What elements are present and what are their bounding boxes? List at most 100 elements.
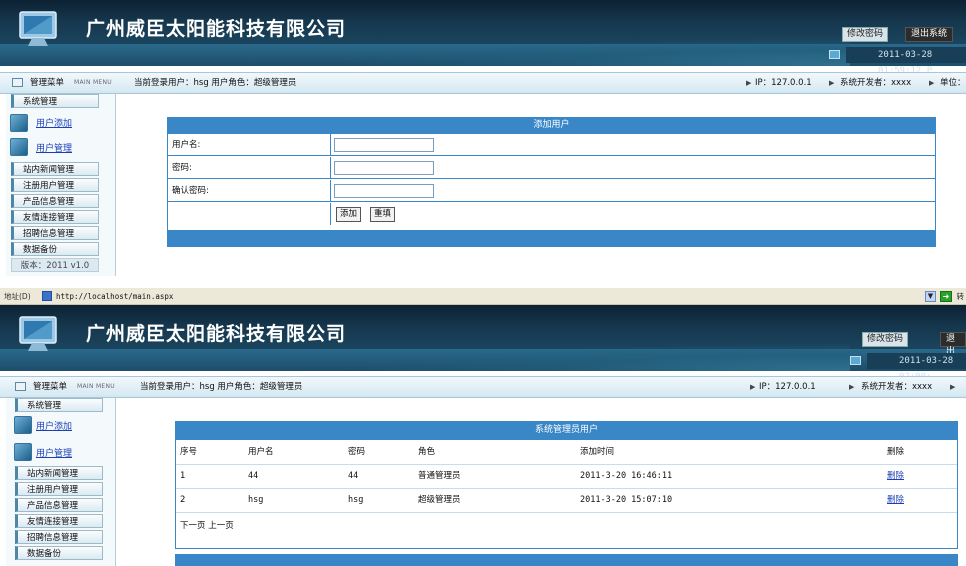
company-title: 广州威臣太阳能科技有限公司 [86,18,347,40]
form-row-buttons: 添加 重填 [168,203,935,225]
developer-info: 系统开发者：xxxx [861,382,933,392]
screenshot-user-list: 地址(D) http://localhost/main.aspx ▼ ➜ 转 广… [0,288,966,566]
username-label: 用户名: [172,140,201,150]
form-footer-bar [167,231,936,247]
clock-icon [829,50,840,59]
pager[interactable]: 下一页 上一页 [180,514,234,538]
menu-subtitle: MAIN MENU [77,383,115,390]
info-bar: 管理菜单 MAIN MENU 当前登录用户：hsg 用户角色：超级管理员 ▶ I… [0,376,966,398]
delete-link[interactable]: 删除 [887,464,904,488]
add-user-title: 添加用户 [167,117,936,133]
developer-info: 系统开发者：xxxx [840,78,912,88]
sidebar-link-user-add[interactable]: 用户添加 [36,419,72,432]
menu-icon [12,78,23,87]
col-header-password: 密码 [348,447,366,457]
header-banner: 广州威臣太阳能科技有限公司 修改密码 退出系统 2011-03-28 01:59… [0,0,966,76]
screenshot-add-user: 广州威臣太阳能科技有限公司 修改密码 退出系统 2011-03-28 01:59… [0,0,966,276]
add-button[interactable]: 添加 [336,207,362,222]
sidebar-item-links[interactable]: 友情连接管理 [15,514,103,528]
logout-button[interactable]: 退出 [940,332,966,357]
table-cell-username: 44 [248,471,259,481]
change-password-button[interactable]: 修改密码 [862,332,909,347]
arrow-icon: ▶ [929,79,935,87]
unit-info: 单位： [940,78,966,88]
table-cell-index: 1 [180,471,186,481]
users-table: 序号 用户名 密码 角色 添加时间 删除 1 44 44 普通管理员 2011-… [175,439,958,549]
sidebar-item-products[interactable]: 产品信息管理 [15,498,103,512]
ip-info: IP：127.0.0.1 [759,382,816,392]
user-manage-icon [10,138,28,156]
table-cell-username: hsg [248,495,264,505]
password-label: 密码: [172,163,192,173]
datetime-display: 2011-03-28 02:00: [867,353,966,382]
current-user-info: 当前登录用户：hsg 用户角色：超级管理员 [134,78,297,88]
datetime-display: 2011-03-28 01:59:12 P [846,47,966,76]
sidebar-item-backup[interactable]: 数据备份 [15,546,103,560]
form-row-confirm: 确认密码: [168,180,935,202]
col-header-role: 角色 [418,447,436,457]
menu-subtitle: MAIN MENU [74,79,112,86]
sidebar-item-products[interactable]: 产品信息管理 [11,194,99,208]
go-label[interactable]: 转 [957,288,965,305]
table-cell-added-time: 2011-3-20 15:07:10 [580,495,673,505]
menu-title: 管理菜单 [30,78,65,88]
form-row-username: 用户名: [168,134,935,156]
sidebar-item-registered-users[interactable]: 注册用户管理 [15,482,103,496]
sidebar-item-system-manage[interactable]: 系统管理 [15,398,103,412]
sidebar: 系统管理 用户添加 用户管理 站内新闻管理 注册用户管理 产品信息管理 友情连接… [6,398,116,566]
sidebar-link-user-add[interactable]: 用户添加 [36,116,72,129]
form-row-password: 密码: [168,157,935,179]
address-url[interactable]: http://localhost/main.aspx [56,288,173,305]
info-bar: 管理菜单 MAIN MENU 当前登录用户：hsg 用户角色：超级管理员 ▶ I… [0,72,966,94]
sidebar-item-jobs[interactable]: 招聘信息管理 [11,226,99,240]
col-header-username: 用户名 [248,447,274,457]
arrow-icon: ▶ [746,79,752,87]
user-add-icon [14,416,32,434]
confirm-password-input[interactable] [334,184,434,198]
table-cell-password: 44 [348,471,359,481]
sidebar-item-news[interactable]: 站内新闻管理 [11,162,99,176]
sidebar-link-user-manage[interactable]: 用户管理 [36,446,72,459]
sidebar-link-user-manage[interactable]: 用户管理 [36,141,72,154]
version-label: 版本：2011 v1.0 [11,258,99,272]
browser-address-bar: 地址(D) http://localhost/main.aspx ▼ ➜ 转 [0,288,966,305]
page-icon [42,291,52,301]
col-header-delete: 删除 [887,447,905,457]
table-cell-role: 超级管理员 [418,495,461,505]
delete-link[interactable]: 删除 [887,488,904,512]
sidebar-item-registered-users[interactable]: 注册用户管理 [11,178,99,192]
computer-monitor-icon [19,11,57,46]
clock-icon [850,356,861,365]
go-arrow-icon[interactable]: ➜ [940,291,952,302]
table-footer-bar [175,554,958,566]
header-banner: 广州威臣太阳能科技有限公司 修改密码 退出 2011-03-28 02:00: [0,305,966,382]
computer-monitor-icon [19,316,57,351]
user-add-icon [10,114,28,132]
logout-button[interactable]: 退出系统 [905,27,954,42]
current-user-info: 当前登录用户：hsg 用户角色：超级管理员 [140,382,303,392]
table-cell-added-time: 2011-3-20 16:46:11 [580,471,673,481]
chevron-down-icon[interactable]: ▼ [925,291,936,302]
sidebar-item-news[interactable]: 站内新闻管理 [15,466,103,480]
add-user-form: 用户名: 密码: 确认密码: 添加 重填 [167,133,936,231]
col-header-index: 序号 [180,447,198,457]
sidebar-item-backup[interactable]: 数据备份 [11,242,99,256]
reset-button[interactable]: 重填 [370,207,396,222]
change-password-button[interactable]: 修改密码 [842,27,889,42]
arrow-icon: ▶ [750,383,756,391]
col-header-added-time: 添加时间 [580,447,615,457]
table-cell-password: hsg [348,495,364,505]
users-table-title: 系统管理员用户 [175,421,958,439]
arrow-icon: ▶ [849,383,855,391]
arrow-icon: ▶ [950,383,956,391]
address-label: 地址(D) [4,292,31,301]
username-input[interactable] [334,138,434,152]
user-manage-icon [14,443,32,461]
sidebar-item-links[interactable]: 友情连接管理 [11,210,99,224]
table-cell-role: 普通管理员 [418,471,461,481]
menu-title: 管理菜单 [33,382,68,392]
sidebar-item-system-manage[interactable]: 系统管理 [11,94,99,108]
ip-info: IP：127.0.0.1 [755,78,812,88]
password-input[interactable] [334,161,434,175]
sidebar-item-jobs[interactable]: 招聘信息管理 [15,530,103,544]
